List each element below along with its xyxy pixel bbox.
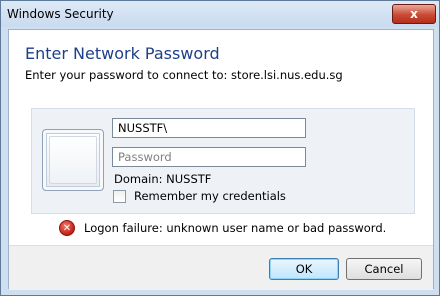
dialog-heading: Enter Network Password — [25, 44, 220, 63]
error-message: Logon failure: unknown user name or bad … — [84, 221, 387, 235]
remember-credentials-checkbox[interactable] — [113, 189, 126, 203]
remember-credentials-option[interactable]: Remember my credentials — [112, 189, 286, 203]
error-x-icon: ✕ — [59, 220, 75, 236]
domain-label: Domain: NUSSTF — [114, 172, 212, 186]
user-tile-icon — [42, 129, 104, 191]
credential-tile-panel: Domain: NUSSTF Remember my credentials — [31, 108, 415, 214]
button-bar: OK Cancel — [9, 245, 433, 290]
close-icon: x — [410, 7, 418, 21]
user-picture-frame — [49, 136, 97, 184]
error-message-row: ✕ Logon failure: unknown user name or ba… — [59, 220, 386, 236]
dialog-subtitle: Enter your password to connect to: store… — [25, 68, 343, 82]
cancel-button[interactable]: Cancel — [346, 258, 422, 280]
security-dialog-window: Windows Security x Enter Network Passwor… — [0, 0, 440, 296]
remember-credentials-label: Remember my credentials — [134, 189, 286, 203]
close-button[interactable]: x — [392, 4, 436, 24]
ok-button[interactable]: OK — [269, 258, 339, 280]
title-bar[interactable]: Windows Security x — [1, 1, 439, 27]
username-field[interactable] — [112, 118, 306, 138]
window-title: Windows Security — [7, 7, 114, 21]
password-field[interactable] — [112, 147, 306, 167]
